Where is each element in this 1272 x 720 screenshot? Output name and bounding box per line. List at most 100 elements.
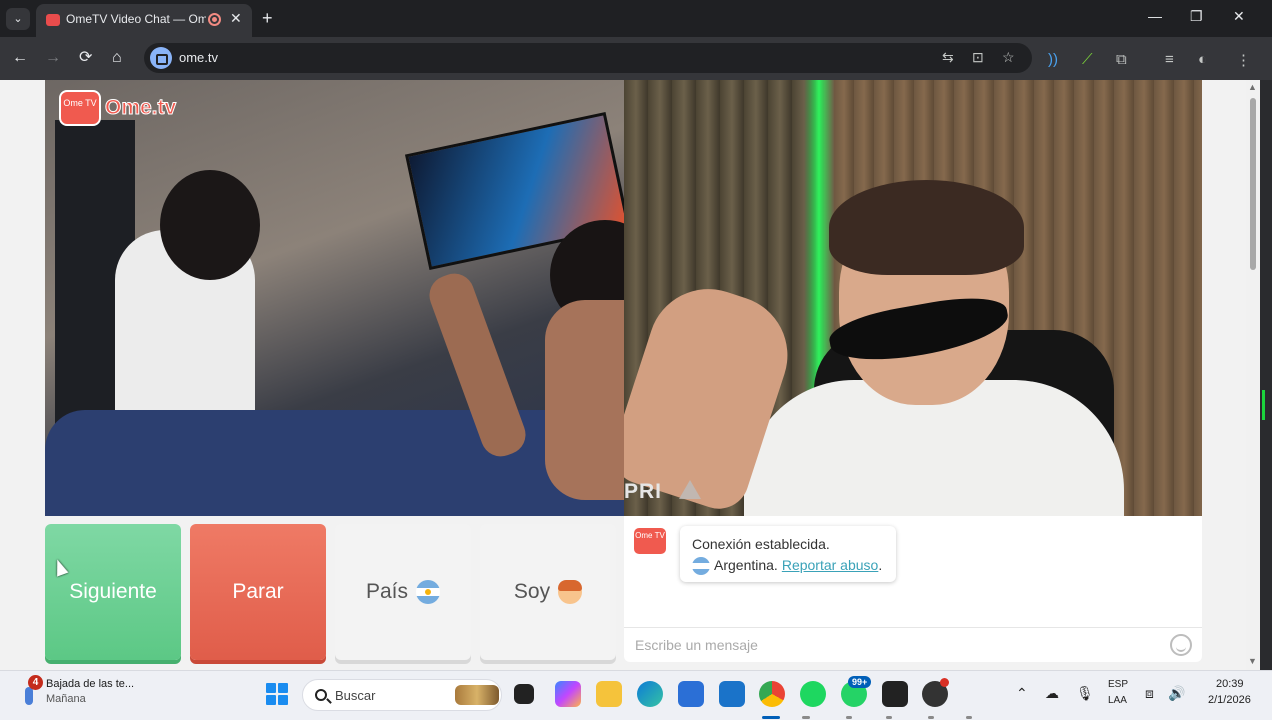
spotify-icon[interactable] — [800, 681, 826, 707]
file-explorer-icon[interactable] — [596, 681, 622, 707]
thermometer-icon — [25, 687, 33, 705]
search-icon — [315, 689, 327, 701]
stop-button[interactable]: Parar — [190, 524, 326, 660]
clock-time[interactable]: 20:39 — [1216, 678, 1244, 690]
taskbar-search[interactable]: Buscar — [302, 679, 502, 711]
ometv-logo: Ome TV Ome.tv — [59, 90, 177, 126]
tab-title: OmeTV Video Chat — Ome — [66, 12, 206, 26]
translate-icon[interactable]: ⇆ — [942, 49, 954, 66]
outlook-icon[interactable] — [719, 681, 745, 707]
emoji-picker-icon[interactable] — [1170, 634, 1192, 656]
app-running-indicator — [966, 716, 972, 719]
gender-button[interactable]: Soy — [480, 524, 616, 660]
video-guy-face — [545, 300, 624, 500]
minimize-button[interactable]: — — [1148, 8, 1162, 24]
volume-icon[interactable]: 🔊 — [1168, 685, 1185, 702]
start-pane — [278, 683, 288, 693]
spotify-running-indicator — [802, 716, 810, 719]
edge-icon[interactable] — [637, 681, 663, 707]
tab-close-icon[interactable]: ✕ — [230, 10, 242, 27]
page-scrollbar[interactable]: ▲ ▼ — [1246, 80, 1260, 670]
argentina-flag-icon — [416, 580, 441, 604]
network-icon[interactable]: ⧈ — [1145, 685, 1154, 702]
more-menu-icon[interactable]: ⋮ — [1236, 51, 1251, 69]
store-icon[interactable] — [678, 681, 704, 707]
home-button[interactable]: ⌂ — [112, 48, 122, 68]
media-control-icon[interactable]: ≡ — [1165, 51, 1174, 68]
start-pane — [266, 695, 276, 705]
tab-search-button[interactable]: ⌄ — [6, 8, 30, 30]
chat-ometv-icon: Ome TV — [634, 528, 666, 554]
windows-taskbar: 4 Bajada de las te... Mañana Buscar 99+ … — [0, 670, 1272, 720]
clock-date[interactable]: 2/1/2026 — [1208, 694, 1251, 706]
microphone-icon[interactable]: 🎙 — [1076, 685, 1094, 702]
profile-avatar-icon[interactable]: ◐ — [1198, 51, 1207, 68]
chat-panel: Ome TV Conexión establecida. Argentina. … — [624, 516, 1202, 662]
camera-app-icon[interactable] — [882, 681, 908, 707]
weather-badge: 4 — [28, 675, 43, 690]
video-person-hair — [160, 170, 260, 280]
next-button-label: Siguiente — [69, 580, 157, 603]
camera-running-indicator — [886, 716, 892, 719]
install-app-icon[interactable]: ⊡ — [972, 49, 984, 66]
restore-button[interactable]: ❐ — [1190, 8, 1203, 25]
new-tab-button[interactable]: + — [262, 8, 273, 28]
scroll-up-arrow-icon[interactable]: ▲ — [1248, 82, 1257, 92]
local-video: Ome TV Ome.tv — [45, 80, 624, 516]
audio-extension-icon[interactable]: )) — [1048, 51, 1058, 68]
chrome-icon[interactable] — [759, 681, 785, 707]
whatsapp-running-indicator — [846, 716, 852, 719]
search-highlight-image — [455, 685, 499, 705]
video-sofa — [45, 410, 624, 516]
recording-running-indicator — [928, 716, 934, 719]
video-curly-hair — [829, 180, 1024, 275]
puzzle-extensions-icon[interactable]: ⧉ — [1116, 51, 1127, 68]
copilot-icon[interactable] — [555, 681, 581, 707]
input-layout[interactable]: LAA — [1108, 695, 1127, 706]
country-filter-button[interactable]: País — [335, 524, 471, 660]
search-placeholder[interactable]: Buscar — [335, 688, 375, 703]
message-input-area[interactable]: Escribe un mensaje — [624, 627, 1202, 662]
weather-subtitle[interactable]: Mañana — [46, 693, 86, 705]
start-button[interactable] — [266, 683, 288, 705]
chrome-active-indicator — [762, 716, 780, 719]
video-watermark-text: PRI — [624, 480, 663, 503]
start-pane — [266, 683, 276, 693]
whatsapp-badge: 99+ — [848, 676, 872, 688]
url-text[interactable]: ome.tv — [179, 50, 218, 65]
scroll-thumb[interactable] — [1250, 98, 1256, 270]
side-strip — [1260, 80, 1272, 670]
gender-button-label: Soy — [513, 580, 551, 603]
watermark-triangle-icon — [679, 480, 701, 499]
reload-button[interactable]: ⟳ — [79, 48, 92, 68]
recording-indicator-icon — [208, 13, 221, 26]
back-button[interactable]: ← — [12, 48, 28, 68]
country-button-label: País — [365, 580, 409, 603]
active-tab[interactable]: OmeTV Video Chat — Ome ✕ — [36, 4, 252, 37]
site-info-icon[interactable] — [150, 47, 172, 69]
message-input[interactable]: Escribe un mensaje — [635, 637, 758, 653]
ometv-logo-text: Ome.tv — [104, 96, 177, 120]
connection-status-text: Conexión establecida. — [692, 536, 830, 552]
green-leaf-extension-icon[interactable]: ⟋ — [1082, 51, 1093, 68]
weather-title[interactable]: Bajada de las te... — [46, 678, 134, 690]
browser-toolbar: ← → ⟳ ⌂ ome.tv ⇆ ⊡ ☆ )) ⟋ ⧉ ≡ ◐ ⋮ — [0, 37, 1272, 80]
next-button[interactable]: Siguiente — [45, 524, 181, 660]
address-bar[interactable]: ome.tv ⇆ ⊡ ☆ — [144, 43, 1032, 73]
report-suffix: . — [878, 557, 883, 573]
close-window-button[interactable]: ✕ — [1233, 8, 1245, 25]
ometv-logo-icon: Ome TV — [59, 90, 101, 126]
argentina-mini-flag-icon — [692, 556, 710, 575]
bookmark-star-icon[interactable]: ☆ — [1002, 49, 1015, 66]
onedrive-icon[interactable]: ☁ — [1045, 685, 1059, 702]
tray-overflow-icon[interactable]: ⌃ — [1016, 685, 1028, 702]
input-language[interactable]: ESP — [1108, 679, 1128, 690]
browser-tab-strip: ⌄ OmeTV Video Chat — Ome ✕ + — ❐ ✕ — [0, 0, 1272, 37]
start-pane — [278, 695, 288, 705]
task-view-icon[interactable] — [514, 684, 534, 704]
remote-video: PRI — [624, 80, 1202, 516]
ometv-favicon-icon — [46, 14, 60, 26]
scroll-down-arrow-icon[interactable]: ▼ — [1248, 656, 1257, 666]
report-abuse-link[interactable]: Reportar abuso — [782, 557, 879, 573]
forward-button[interactable]: → — [45, 48, 61, 68]
